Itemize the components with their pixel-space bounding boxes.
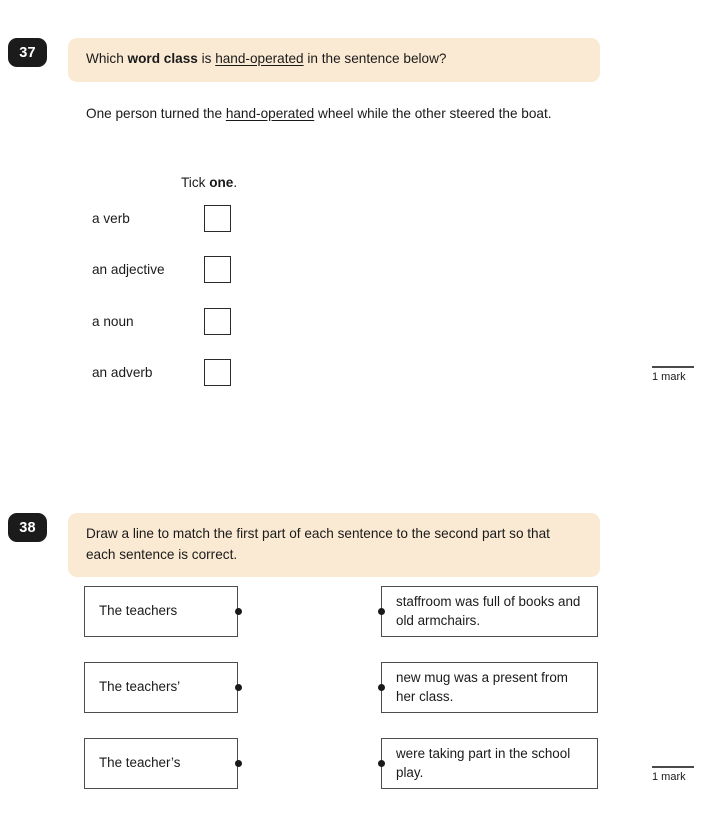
match-right-text-2: new mug was a present from her class. xyxy=(396,670,568,704)
match-left-box-3[interactable]: The teacher’s xyxy=(84,738,238,789)
match-left-box-1[interactable]: The teachers xyxy=(84,586,238,637)
prompt-text-after: in the sentence below? xyxy=(303,51,447,66)
question-prompt-banner-38: Draw a line to match the first part of e… xyxy=(68,513,600,578)
match-left-text-2: The teachers’ xyxy=(99,679,181,695)
option-label-noun: a noun xyxy=(92,314,134,329)
connector-dot-left-2[interactable] xyxy=(235,684,242,691)
option-checkbox-verb[interactable] xyxy=(204,205,231,232)
option-checkbox-noun[interactable] xyxy=(204,308,231,335)
tick-instruction-bold: one xyxy=(209,175,234,190)
prompt-text-middle: is xyxy=(197,51,216,66)
exam-page: 37 Which word class is hand-operated in … xyxy=(0,0,720,831)
mark-label: 1 mark xyxy=(652,770,686,783)
prompt-text-bold: word class xyxy=(127,51,198,66)
sentence-text-before: One person turned the xyxy=(86,106,226,121)
match-left-text-3: The teacher’s xyxy=(99,755,181,771)
option-checkbox-adjective[interactable] xyxy=(204,256,231,283)
option-label-adverb: an adverb xyxy=(92,365,153,380)
mark-label: 1 mark xyxy=(652,370,686,383)
question-number-badge-38: 38 xyxy=(8,513,47,542)
mark-indicator-37: 1 mark xyxy=(652,366,698,383)
connector-dot-right-1[interactable] xyxy=(378,608,385,615)
prompt-text-underlined: hand-operated xyxy=(215,51,304,66)
option-checkbox-adverb[interactable] xyxy=(204,359,231,386)
sentence-text-underlined: hand-operated xyxy=(225,106,315,121)
connector-dot-left-1[interactable] xyxy=(235,608,242,615)
connector-dot-right-3[interactable] xyxy=(378,760,385,767)
question-prompt-banner-37: Which word class is hand-operated in the… xyxy=(68,38,600,82)
option-label-verb: a verb xyxy=(92,211,130,226)
sentence-text-after: wheel while the other steered the boat. xyxy=(314,106,552,121)
match-right-text-1: staffroom was full of books and old armc… xyxy=(396,594,581,628)
match-right-box-3[interactable]: were taking part in the school play. xyxy=(381,738,598,789)
mark-rule xyxy=(652,766,694,768)
connector-dot-right-2[interactable] xyxy=(378,684,385,691)
question-number-badge-37: 37 xyxy=(8,38,47,67)
mark-indicator-38: 1 mark xyxy=(652,766,698,783)
match-left-text-1: The teachers xyxy=(99,603,178,619)
connector-dot-left-3[interactable] xyxy=(235,760,242,767)
match-right-box-2[interactable]: new mug was a present from her class. xyxy=(381,662,598,713)
tick-instruction-after: . xyxy=(233,175,238,190)
question-sentence-37: One person turned the hand-operated whee… xyxy=(86,104,586,124)
match-left-box-2[interactable]: The teachers’ xyxy=(84,662,238,713)
tick-one-instruction: Tick one. xyxy=(181,175,237,190)
option-label-adjective: an adjective xyxy=(92,262,165,277)
match-right-box-1[interactable]: staffroom was full of books and old armc… xyxy=(381,586,598,637)
match-right-text-3: were taking part in the school play. xyxy=(396,746,571,780)
tick-instruction-before: Tick xyxy=(181,175,210,190)
prompt-text-before: Which xyxy=(86,51,128,66)
mark-rule xyxy=(652,366,694,368)
